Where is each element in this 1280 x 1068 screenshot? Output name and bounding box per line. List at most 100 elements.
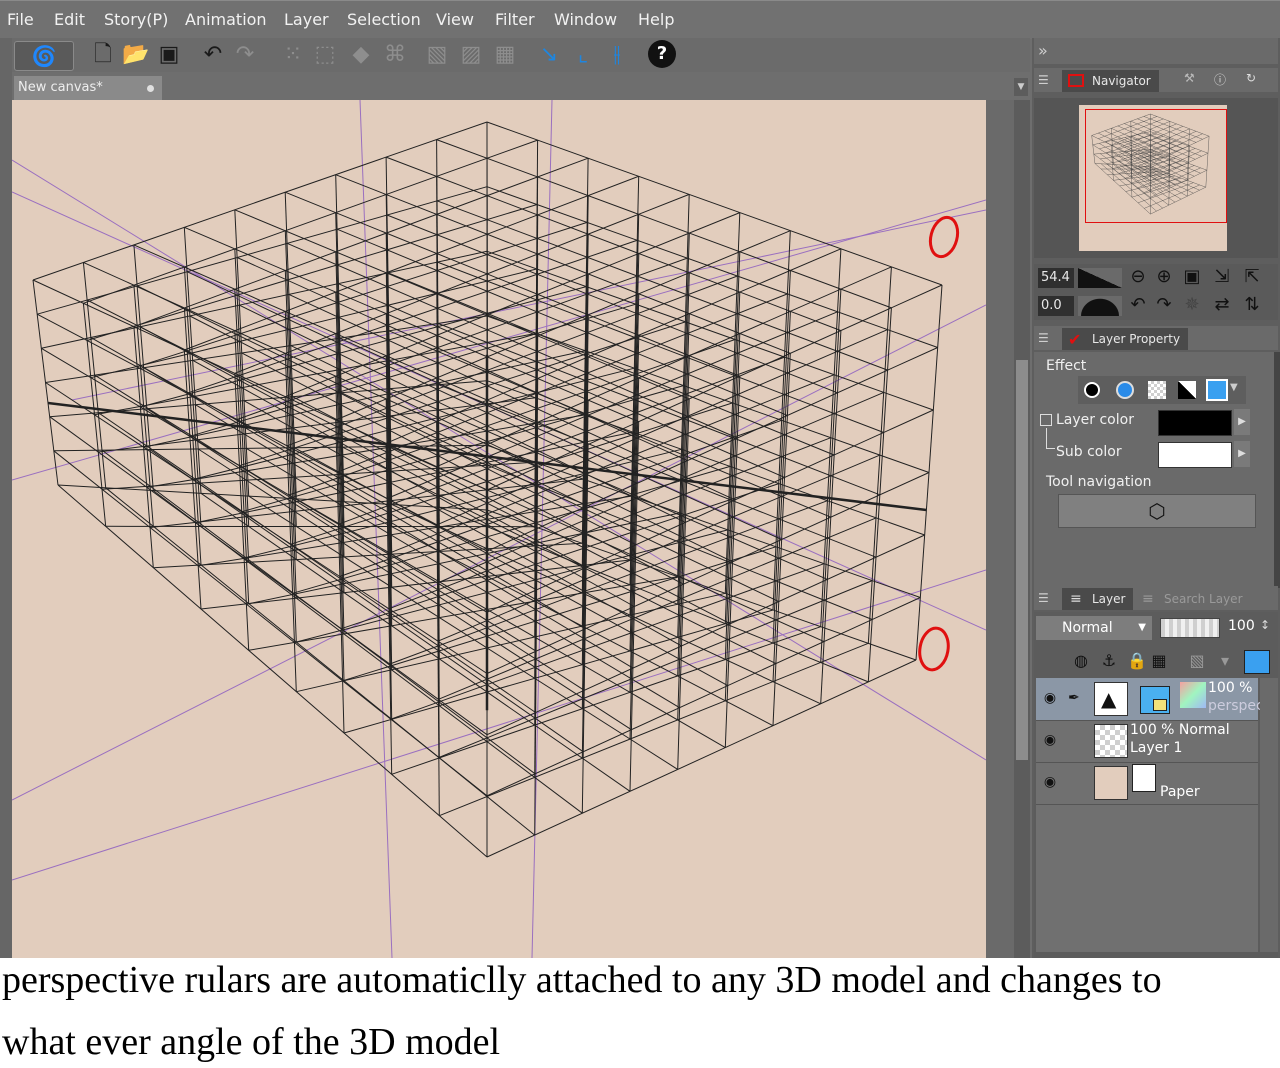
selection-icon[interactable]: ⁙ xyxy=(280,41,306,69)
reference-layer-icon[interactable]: ⚓ xyxy=(1098,650,1120,672)
layer-color-arrow-icon[interactable]: ▶ xyxy=(1234,409,1250,435)
eye-icon[interactable]: ◉ xyxy=(1040,732,1060,748)
effect-dropdown-icon[interactable]: ▼ xyxy=(1230,382,1238,393)
tab-navigator[interactable]: Navigator xyxy=(1062,70,1159,92)
menu-selection[interactable]: Selection xyxy=(347,10,421,29)
tab-dropdown-icon[interactable]: ▼ xyxy=(1014,78,1028,96)
layer-mask-icon[interactable]: ▧ xyxy=(1186,650,1208,672)
open-folder-icon[interactable]: 📂 xyxy=(122,41,149,69)
layer-list-scrollbar[interactable] xyxy=(1260,678,1278,952)
tab-search-layer[interactable]: ≡ Search Layer xyxy=(1134,588,1251,610)
rotate-right-icon[interactable]: ↷ xyxy=(1152,294,1176,316)
rotate-left-icon[interactable]: ↶ xyxy=(1126,294,1150,316)
ruler-e-icon[interactable]: ⌞ xyxy=(570,41,596,69)
3d-layer-color-icon[interactable] xyxy=(1244,650,1270,674)
redo-icon[interactable]: ↷ xyxy=(232,41,258,69)
drawing-canvas[interactable] xyxy=(12,100,986,958)
tab-layer[interactable]: ≡ Layer xyxy=(1062,588,1134,610)
new-file-icon[interactable]: 🗋 xyxy=(90,41,116,69)
ruler-f-icon[interactable]: ⫲ xyxy=(604,41,630,69)
zoom-in-icon[interactable]: ⊕ xyxy=(1152,266,1176,288)
border-effect-icon[interactable] xyxy=(1084,382,1100,398)
ruler-d-icon[interactable]: ↘ xyxy=(536,41,562,69)
lock-transparency-icon[interactable]: ▦ xyxy=(1148,650,1170,672)
panel-menu-icon[interactable]: ☰ xyxy=(1038,73,1052,87)
navigator-view-frame[interactable] xyxy=(1085,109,1227,223)
transform-icon[interactable]: ⬚ xyxy=(312,41,338,69)
opacity-value[interactable]: 100 xyxy=(1228,618,1255,634)
help-icon[interactable]: ? xyxy=(648,40,676,68)
menu-help[interactable]: Help xyxy=(638,10,674,29)
layer-color-active-icon[interactable] xyxy=(1206,379,1228,401)
wireframe-edge xyxy=(98,412,536,713)
flip-vertical-icon[interactable]: ⇅ xyxy=(1240,294,1264,316)
zoom-value[interactable]: 54.4 xyxy=(1038,268,1074,288)
layer-property-scrollbar[interactable] xyxy=(1274,352,1280,588)
opacity-slider[interactable] xyxy=(1160,618,1220,638)
undo-icon[interactable]: ↶ xyxy=(200,41,226,69)
zoom-slider[interactable] xyxy=(1078,268,1122,288)
sub-color-swatch[interactable] xyxy=(1158,442,1232,468)
tone-icon[interactable] xyxy=(1148,381,1166,399)
menu-file[interactable]: File xyxy=(7,10,34,29)
menu-layer[interactable]: Layer xyxy=(284,10,329,29)
eye-icon[interactable]: ◉ xyxy=(1040,774,1060,790)
canvas-tab[interactable]: New canvas* xyxy=(14,76,162,100)
tab-navigator-label: Navigator xyxy=(1092,74,1151,88)
sub-color-arrow-icon[interactable]: ▶ xyxy=(1234,441,1250,467)
blend-mode-select[interactable]: Normal ▼ xyxy=(1036,616,1152,640)
menu-story[interactable]: Story(P) xyxy=(104,10,168,29)
fill-icon[interactable]: ◆ xyxy=(348,41,374,69)
panel-menu-icon[interactable]: ☰ xyxy=(1038,331,1052,345)
rotation-slider[interactable] xyxy=(1078,296,1122,316)
clip-studio-logo-button[interactable]: 🌀 xyxy=(14,41,74,71)
crop-icon[interactable]: ⌘ xyxy=(382,41,408,69)
layer-thumbnail: ▲ xyxy=(1094,682,1128,716)
clip-layer-icon[interactable]: ◍ xyxy=(1070,650,1092,672)
sub-tool-detail-icon[interactable]: ⚒ xyxy=(1184,71,1195,85)
eye-icon[interactable]: ◉ xyxy=(1040,690,1060,706)
layer-row-perspective[interactable]: ◉ ✒ ▲ 100 % perspect xyxy=(1036,678,1269,721)
menu-edit[interactable]: Edit xyxy=(54,10,85,29)
mask-dropdown-icon[interactable]: ▾ xyxy=(1214,650,1236,672)
layer-color-effect-icon[interactable] xyxy=(1178,381,1196,399)
extract-line-icon[interactable] xyxy=(1116,381,1134,399)
history-icon[interactable]: ↻ xyxy=(1246,71,1256,85)
fit-to-window-icon[interactable]: ▣ xyxy=(1180,266,1204,288)
fit-view-icon[interactable]: ⇱ xyxy=(1240,266,1264,288)
info-icon[interactable]: ⓘ xyxy=(1214,71,1226,88)
wireframe-edge xyxy=(285,212,740,398)
zoom-out-icon[interactable]: ⊖ xyxy=(1126,266,1150,288)
rotation-value[interactable]: 0.0 xyxy=(1038,296,1074,316)
layer-row-paper[interactable]: ◉ Paper xyxy=(1036,762,1258,805)
ruler-c-icon[interactable]: ▦ xyxy=(492,41,518,69)
opacity-stepper-icon[interactable]: ↕ xyxy=(1260,618,1270,632)
menu-filter[interactable]: Filter xyxy=(495,10,535,29)
panel-menu-icon[interactable]: ☰ xyxy=(1038,591,1052,605)
layer-panel-body: Normal ▼ 100 ↕ ◍ ⚓ 🔒 ▦ ▧ ▾ ◉ ✒ ▲ 100 % p… xyxy=(1034,612,1278,958)
ruler-a-icon[interactable]: ▧ xyxy=(424,41,450,69)
actual-size-icon[interactable]: ⇲ xyxy=(1210,266,1234,288)
wireframe-edge xyxy=(438,445,873,620)
reset-rotation-icon[interactable]: ✵ xyxy=(1180,294,1204,316)
tree-connector xyxy=(1046,428,1055,449)
pen-icon[interactable]: ✒ xyxy=(1068,690,1080,706)
3d-layer-mark-icon[interactable] xyxy=(1140,686,1170,714)
save-icon[interactable]: ▣ xyxy=(156,41,182,69)
menu-window[interactable]: Window xyxy=(554,10,617,29)
tool-navigation-button[interactable]: ⬡ xyxy=(1058,494,1256,528)
tab-layer-property[interactable]: ✔ Layer Property xyxy=(1062,328,1189,350)
layer-color-swatch[interactable] xyxy=(1158,410,1232,436)
flip-horizontal-icon[interactable]: ⇄ xyxy=(1210,294,1234,316)
menu-view[interactable]: View xyxy=(436,10,474,29)
layer-row-layer1[interactable]: ◉ 100 % Normal Layer 1 xyxy=(1036,720,1258,763)
lock-icon[interactable]: 🔒 xyxy=(1126,650,1148,672)
ruler-b-icon[interactable]: ▨ xyxy=(458,41,484,69)
canvas-vertical-scrollbar[interactable] xyxy=(1014,100,1030,958)
scrollbar-thumb[interactable] xyxy=(1016,360,1028,760)
dock-collapse-icon[interactable]: » xyxy=(1034,38,1278,64)
layer-stack-icon: ≡ xyxy=(1070,591,1082,607)
layer-color-toggle-icon[interactable] xyxy=(1040,414,1052,426)
navigator-thumbnail[interactable] xyxy=(1079,105,1227,251)
menu-animation[interactable]: Animation xyxy=(185,10,267,29)
